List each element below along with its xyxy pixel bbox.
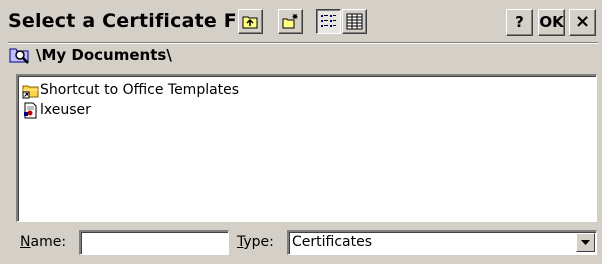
- details-view-button[interactable]: [342, 9, 367, 34]
- list-item-label: Shortcut to Office Templates: [40, 82, 240, 98]
- help-button[interactable]: ?: [506, 9, 533, 36]
- title-bar: Select a Certificate File ? OK ×: [0, 0, 603, 42]
- folder-shortcut-icon: [22, 85, 39, 99]
- name-label-accesskey: N: [20, 234, 31, 250]
- type-label-text: ype:: [243, 234, 274, 250]
- certificate-file-dialog: Select a Certificate File ? OK × \My Doc…: [0, 0, 603, 264]
- path-label: \My Documents\: [36, 46, 172, 64]
- type-select-value: Certificates: [292, 234, 373, 250]
- title-divider: [8, 42, 598, 44]
- close-button[interactable]: ×: [569, 9, 596, 36]
- certificate-file-icon: [24, 102, 37, 119]
- type-label: Type:: [237, 234, 274, 250]
- type-dropdown-button[interactable]: [576, 233, 595, 252]
- folder-up-icon: [242, 16, 258, 29]
- name-label-text: ame:: [30, 234, 67, 250]
- new-folder-button[interactable]: [278, 9, 303, 34]
- up-folder-button[interactable]: [238, 9, 263, 34]
- dialog-title: Select a Certificate File: [8, 10, 264, 32]
- list-view-icon: [321, 15, 336, 27]
- file-list[interactable]: Shortcut to Office Templates lxeuser: [16, 74, 597, 222]
- type-select[interactable]: Certificates: [287, 230, 597, 255]
- chevron-down-icon: [581, 240, 590, 245]
- list-item-label: lxeuser: [40, 102, 91, 118]
- folder-search-icon: [9, 48, 29, 64]
- name-field[interactable]: [79, 230, 229, 255]
- new-folder-icon: [282, 14, 298, 29]
- details-view-icon: [346, 13, 363, 30]
- list-view-button[interactable]: [316, 9, 341, 34]
- ok-button[interactable]: OK: [538, 9, 565, 36]
- name-label: Name:: [20, 234, 66, 250]
